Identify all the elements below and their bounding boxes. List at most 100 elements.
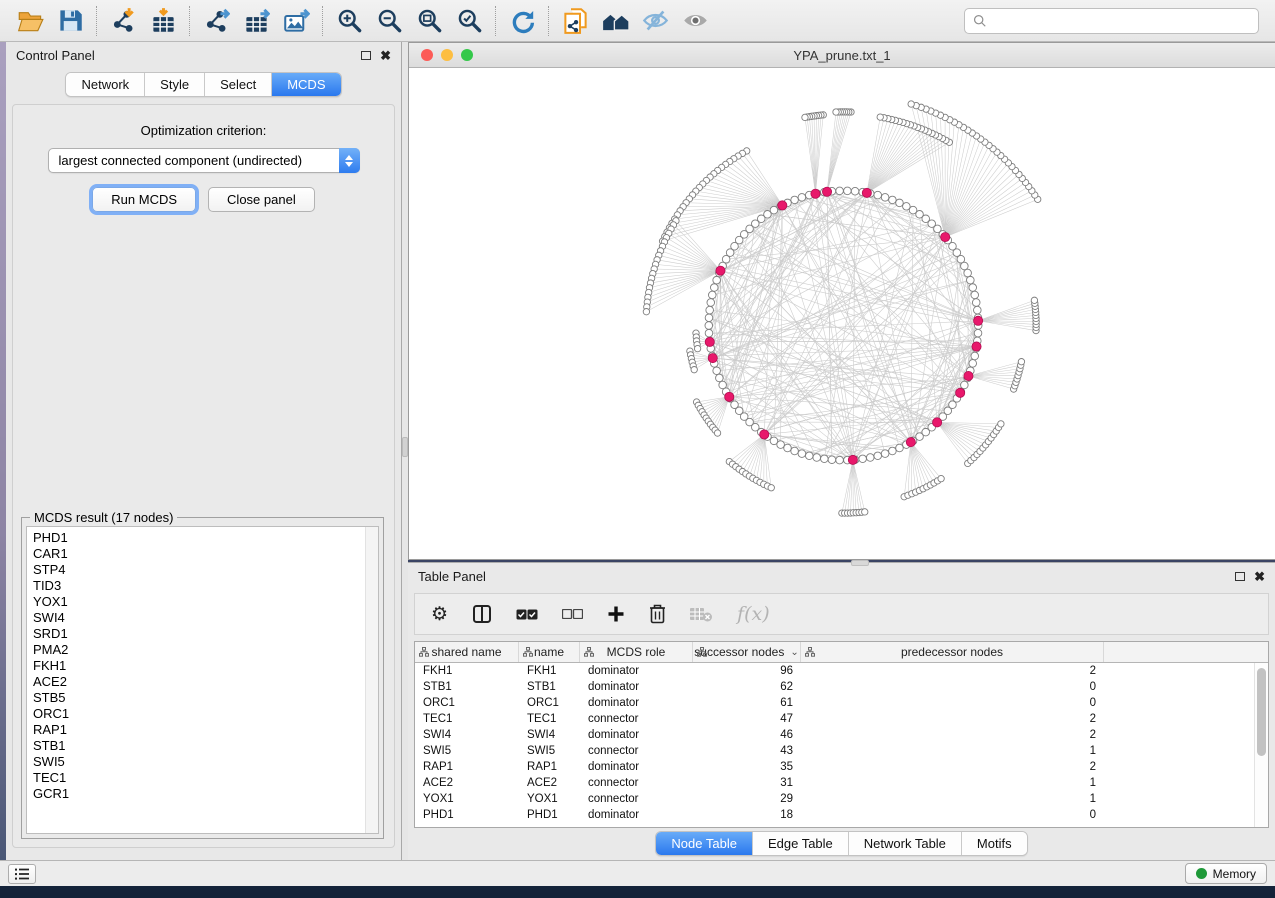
mcds-result-item[interactable]: ACE2 bbox=[33, 674, 360, 690]
table-row[interactable]: STB1STB1dominator620 bbox=[415, 679, 1254, 695]
mcds-result-item[interactable]: RAP1 bbox=[33, 722, 360, 738]
table-row[interactable]: ACE2ACE2connector311 bbox=[415, 775, 1254, 791]
mcds-result-item[interactable]: TEC1 bbox=[33, 770, 360, 786]
cell-shared-name: RAP1 bbox=[415, 761, 519, 773]
column-header-successor-nodes[interactable]: successor nodes⌄ bbox=[693, 642, 801, 662]
export-table-button[interactable] bbox=[236, 3, 276, 39]
mcds-result-item[interactable]: PMA2 bbox=[33, 642, 360, 658]
refresh-button[interactable] bbox=[502, 3, 542, 39]
tab-mcds[interactable]: MCDS bbox=[272, 73, 340, 96]
first-neighbors-button[interactable] bbox=[595, 3, 635, 39]
column-header-predecessor-nodes[interactable]: predecessor nodes bbox=[801, 642, 1104, 662]
mcds-result-item[interactable]: STB1 bbox=[33, 738, 360, 754]
column-header-shared-name[interactable]: shared name bbox=[415, 642, 519, 662]
table-row[interactable]: PHD1PHD1dominator180 bbox=[415, 807, 1254, 823]
table-body: FKH1FKH1dominator962STB1STB1dominator620… bbox=[415, 663, 1254, 827]
save-session-button[interactable] bbox=[50, 3, 90, 39]
tab-select[interactable]: Select bbox=[205, 73, 272, 96]
column-header-name[interactable]: name bbox=[519, 642, 580, 662]
mcds-result-item[interactable]: SWI4 bbox=[33, 610, 360, 626]
toolbar-separator bbox=[548, 6, 549, 36]
deselect-all-icon[interactable] bbox=[562, 609, 583, 619]
mcds-result-item[interactable]: SRD1 bbox=[33, 626, 360, 642]
delete-row-icon[interactable] bbox=[649, 604, 666, 624]
result-list-scrollbar[interactable] bbox=[365, 527, 378, 833]
cell-name: ACE2 bbox=[519, 777, 580, 789]
show-columns-icon[interactable] bbox=[472, 604, 492, 624]
zoom-in-button[interactable] bbox=[329, 3, 369, 39]
tab-network-table[interactable]: Network Table bbox=[849, 832, 962, 855]
tab-style[interactable]: Style bbox=[145, 73, 205, 96]
mcds-result-item[interactable]: PHD1 bbox=[33, 530, 360, 546]
network-titlebar[interactable]: YPA_prune.txt_1 bbox=[409, 43, 1275, 68]
import-table-button[interactable] bbox=[143, 3, 183, 39]
hide-selected-button[interactable] bbox=[635, 3, 675, 39]
zoom-selected-icon bbox=[456, 7, 483, 34]
window-minimize-icon[interactable] bbox=[441, 49, 453, 61]
column-header-MCDS-role[interactable]: MCDS role bbox=[580, 642, 693, 662]
window-close-icon[interactable] bbox=[421, 49, 433, 61]
mcds-result-item[interactable]: CAR1 bbox=[33, 546, 360, 562]
open-file-button[interactable] bbox=[10, 3, 50, 39]
float-panel-icon[interactable] bbox=[361, 51, 371, 60]
table-row[interactable]: YOX1YOX1connector291 bbox=[415, 791, 1254, 807]
network-canvas[interactable] bbox=[409, 68, 1275, 559]
mcds-result-item[interactable]: FKH1 bbox=[33, 658, 360, 674]
cell-mcds-role: dominator bbox=[580, 681, 693, 693]
mcds-result-item[interactable]: GCR1 bbox=[33, 786, 360, 802]
cell-successor-nodes: 35 bbox=[693, 761, 801, 773]
tab-network[interactable]: Network bbox=[66, 73, 145, 96]
close-panel-button[interactable]: Close panel bbox=[208, 187, 315, 212]
mcds-result-item[interactable]: YOX1 bbox=[33, 594, 360, 610]
window-maximize-icon[interactable] bbox=[461, 49, 473, 61]
tab-motifs[interactable]: Motifs bbox=[962, 832, 1027, 855]
table-scrollbar[interactable] bbox=[1254, 663, 1268, 827]
table-scrollbar-thumb[interactable] bbox=[1257, 668, 1266, 756]
zoom-selected-button[interactable] bbox=[449, 3, 489, 39]
mcds-result-item[interactable]: STP4 bbox=[33, 562, 360, 578]
search-input[interactable] bbox=[993, 13, 1250, 28]
mcds-result-item[interactable]: SWI5 bbox=[33, 754, 360, 770]
table-row[interactable]: SWI4SWI4dominator462 bbox=[415, 727, 1254, 743]
run-mcds-button[interactable]: Run MCDS bbox=[92, 187, 196, 212]
table-row[interactable]: ORC1ORC1dominator610 bbox=[415, 695, 1254, 711]
tab-edge-table[interactable]: Edge Table bbox=[753, 832, 849, 855]
import-network-button[interactable] bbox=[103, 3, 143, 39]
control-panel-tabs: NetworkStyleSelectMCDS bbox=[6, 72, 401, 97]
table-row[interactable]: TEC1TEC1connector472 bbox=[415, 711, 1254, 727]
table-panel-title: Table Panel bbox=[418, 569, 486, 584]
show-all-button[interactable] bbox=[675, 3, 715, 39]
search-box[interactable] bbox=[964, 8, 1259, 34]
criterion-dropdown[interactable]: largest connected component (undirected) bbox=[48, 148, 360, 173]
cell-mcds-role: dominator bbox=[580, 697, 693, 709]
show-panels-button[interactable] bbox=[8, 864, 36, 884]
zoom-fit-button[interactable] bbox=[409, 3, 449, 39]
cell-shared-name: ORC1 bbox=[415, 697, 519, 709]
table-row[interactable]: FKH1FKH1dominator962 bbox=[415, 663, 1254, 679]
mcds-result-list[interactable]: PHD1CAR1STP4TID3YOX1SWI4SRD1PMA2FKH1ACE2… bbox=[26, 526, 379, 834]
cell-mcds-role: connector bbox=[580, 745, 693, 757]
cell-name: SWI5 bbox=[519, 745, 580, 757]
cell-successor-nodes: 61 bbox=[693, 697, 801, 709]
select-all-icon[interactable] bbox=[516, 609, 538, 620]
add-row-icon[interactable] bbox=[607, 605, 625, 623]
table-splitter-grip[interactable] bbox=[851, 560, 869, 566]
float-table-panel-icon[interactable] bbox=[1235, 572, 1245, 581]
cell-predecessor-nodes: 2 bbox=[801, 729, 1104, 741]
network-graph[interactable] bbox=[409, 68, 1275, 559]
tab-node-table[interactable]: Node Table bbox=[656, 832, 753, 855]
mcds-result-item[interactable]: STB5 bbox=[33, 690, 360, 706]
export-table-icon bbox=[243, 7, 270, 34]
mcds-result-item[interactable]: TID3 bbox=[33, 578, 360, 594]
table-row[interactable]: RAP1RAP1dominator352 bbox=[415, 759, 1254, 775]
export-image-button[interactable] bbox=[276, 3, 316, 39]
table-row[interactable]: SWI5SWI5connector431 bbox=[415, 743, 1254, 759]
close-table-panel-icon[interactable]: ✖ bbox=[1254, 572, 1265, 582]
settings-gear-icon[interactable]: ⚙ bbox=[431, 605, 448, 624]
clone-network-button[interactable] bbox=[555, 3, 595, 39]
memory-button[interactable]: Memory bbox=[1185, 863, 1267, 884]
export-network-button[interactable] bbox=[196, 3, 236, 39]
mcds-result-item[interactable]: ORC1 bbox=[33, 706, 360, 722]
zoom-out-button[interactable] bbox=[369, 3, 409, 39]
close-panel-icon[interactable]: ✖ bbox=[380, 51, 391, 61]
